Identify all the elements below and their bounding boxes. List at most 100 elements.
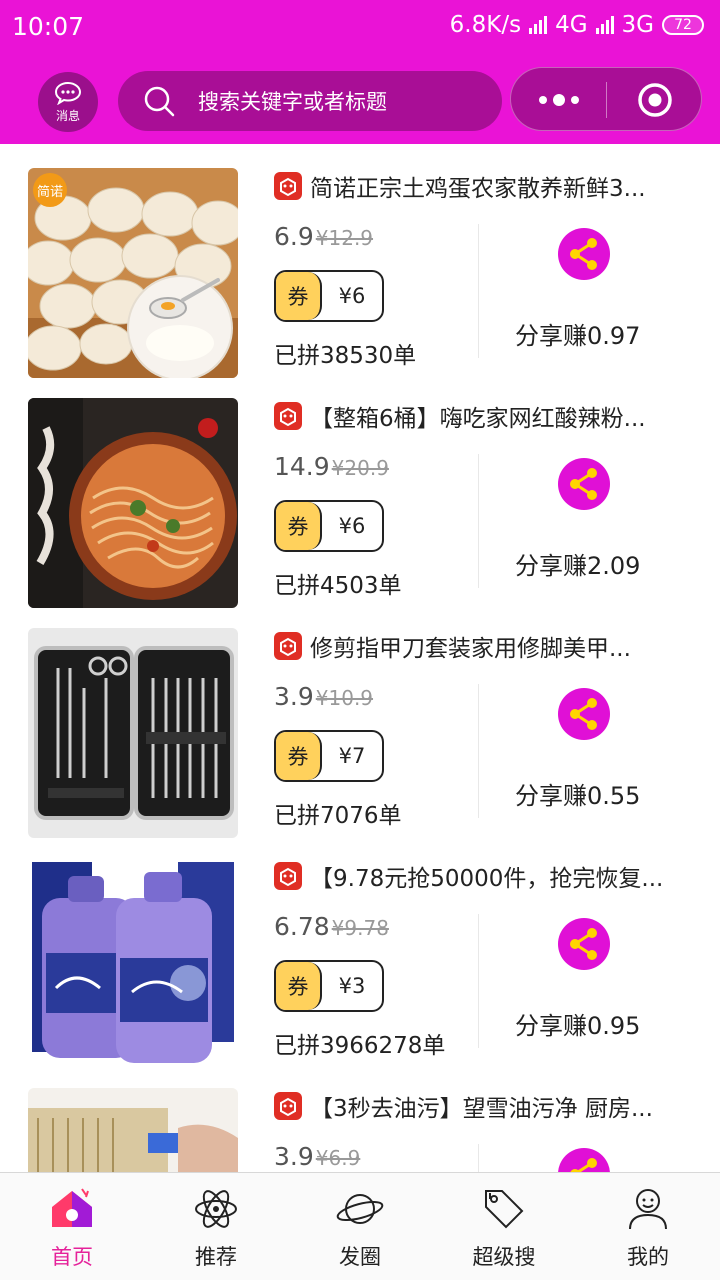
price-row: 3.9 ¥10.9 xyxy=(274,682,373,711)
tab-recommend[interactable]: 推荐 xyxy=(144,1173,288,1280)
product-title: 【3秒去油污】望雪油污净 厨房... xyxy=(310,1096,653,1122)
network-type-2: 3G xyxy=(621,12,654,38)
share-icon[interactable] xyxy=(558,688,610,740)
share-earn-label[interactable]: 分享赚0.95 xyxy=(515,1006,655,1041)
tab-super-search[interactable]: 超级搜 xyxy=(432,1173,576,1280)
tab-home[interactable]: 首页 xyxy=(0,1173,144,1280)
product-item[interactable]: 【9.78元抢50000件，抢完恢复... 6.78 ¥9.78 券 ¥3 已拼… xyxy=(0,834,720,1068)
pinduoduo-icon xyxy=(274,402,302,430)
chat-icon xyxy=(54,81,82,105)
tab-label: 我的 xyxy=(627,1245,669,1269)
product-list[interactable]: 简诺 简诺正宗土鸡蛋农家散养新鲜3... 6.9 ¥12.9 券 ¥6 已拼38… xyxy=(0,144,720,1172)
tab-label: 首页 xyxy=(51,1245,93,1269)
pinduoduo-icon xyxy=(274,1092,302,1120)
product-thumbnail[interactable]: 简诺 xyxy=(28,168,238,378)
user-icon xyxy=(629,1189,667,1230)
nail-kit-image xyxy=(28,628,238,838)
current-price: 3.9 xyxy=(274,682,314,711)
detergent-image xyxy=(28,858,238,1068)
coupon-value: ¥7 xyxy=(338,744,366,768)
product-item[interactable]: 【整箱6桶】嗨吃家网红酸辣粉... 14.9 ¥20.9 券 ¥6 已拼4503… xyxy=(0,374,720,608)
product-thumbnail[interactable] xyxy=(28,858,238,1068)
coupon-badge[interactable]: 券 ¥3 xyxy=(274,960,384,1012)
product-thumbnail[interactable] xyxy=(28,1088,238,1172)
more-icon[interactable] xyxy=(537,92,581,108)
product-thumbnail[interactable] xyxy=(28,628,238,838)
product-title-row[interactable]: 【整箱6桶】嗨吃家网红酸辣粉... xyxy=(274,396,694,436)
divider xyxy=(478,914,479,1048)
product-title: 修剪指甲刀套装家用修脚美甲... xyxy=(310,636,631,662)
original-price: ¥9.78 xyxy=(331,916,389,940)
tag-icon xyxy=(485,1190,524,1229)
signal-icon-2 xyxy=(595,16,614,34)
pinduoduo-icon xyxy=(274,172,302,200)
eggs-image: 简诺 xyxy=(28,168,238,378)
network-speed: 6.8K/s xyxy=(449,12,522,38)
product-title: 【9.78元抢50000件，抢完恢复... xyxy=(310,866,664,892)
divider xyxy=(478,684,479,818)
share-earn-label[interactable]: 分享赚2.09 xyxy=(515,546,655,581)
price-row: 3.9 ¥6.9 xyxy=(274,1142,360,1171)
tab-label: 发圈 xyxy=(339,1245,381,1269)
pinduoduo-icon xyxy=(274,862,302,890)
coupon-value: ¥6 xyxy=(338,514,366,538)
capsule-divider xyxy=(606,82,607,118)
product-title-row[interactable]: 简诺正宗土鸡蛋农家散养新鲜3... xyxy=(274,166,694,206)
status-right: 6.8K/s 4G 3G 72 xyxy=(450,12,704,38)
share-earn-label[interactable]: 分享赚0.55 xyxy=(515,776,655,811)
current-price: 3.9 xyxy=(274,1142,314,1171)
product-title-row[interactable]: 【9.78元抢50000件，抢完恢复... xyxy=(274,856,694,896)
status-bar: 10:07 6.8K/s 4G 3G 72 xyxy=(0,0,720,52)
search-icon xyxy=(144,86,175,117)
product-item[interactable]: 简诺 简诺正宗土鸡蛋农家散养新鲜3... 6.9 ¥12.9 券 ¥6 已拼38… xyxy=(0,144,720,378)
search-placeholder: 搜索关键字或者标题 xyxy=(198,90,387,114)
product-title: 简诺正宗土鸡蛋农家散养新鲜3... xyxy=(310,176,646,202)
divider xyxy=(478,454,479,588)
coupon-badge[interactable]: 券 ¥6 xyxy=(274,500,384,552)
divider xyxy=(478,224,479,358)
original-price: ¥20.9 xyxy=(331,456,389,480)
noodles-image xyxy=(28,398,238,608)
sold-count: 已拼3966278单 xyxy=(274,1033,446,1059)
divider xyxy=(478,1144,479,1172)
coupon-badge[interactable]: 券 ¥6 xyxy=(274,270,384,322)
close-target-icon[interactable] xyxy=(637,82,673,118)
current-price: 6.9 xyxy=(274,222,314,251)
original-price: ¥12.9 xyxy=(315,226,374,250)
product-item[interactable]: 修剪指甲刀套装家用修脚美甲... 3.9 ¥10.9 券 ¥7 已拼7076单 … xyxy=(0,604,720,838)
app-header: 10:07 6.8K/s 4G 3G 72 消息 搜索关键字或者标题 xyxy=(0,0,720,144)
search-bar[interactable]: 搜索关键字或者标题 xyxy=(118,71,502,131)
product-title-row[interactable]: 修剪指甲刀套装家用修脚美甲... xyxy=(274,626,694,666)
cleaner-image xyxy=(28,1088,238,1172)
miniapp-capsule xyxy=(510,67,702,131)
tab-label: 超级搜 xyxy=(472,1245,536,1269)
share-icon[interactable] xyxy=(558,1148,610,1172)
share-earn-label[interactable]: 分享赚0.97 xyxy=(515,316,655,351)
price-row: 6.78 ¥9.78 xyxy=(274,912,389,941)
product-title-row[interactable]: 【3秒去油污】望雪油污净 厨房... xyxy=(274,1086,694,1126)
coupon-value: ¥3 xyxy=(338,974,366,998)
original-price: ¥10.9 xyxy=(315,686,374,710)
pinduoduo-icon xyxy=(274,632,302,660)
sold-count: 已拼7076单 xyxy=(274,803,402,829)
planet-icon xyxy=(336,1194,384,1224)
share-icon[interactable] xyxy=(558,918,610,970)
signal-icon xyxy=(529,16,548,34)
share-icon[interactable] xyxy=(558,458,610,510)
product-item[interactable]: 【3秒去油污】望雪油污净 厨房... 3.9 ¥6.9 xyxy=(0,1064,720,1172)
current-price: 14.9 xyxy=(274,452,330,481)
share-icon[interactable] xyxy=(558,228,610,280)
thumb-badge: 简诺 xyxy=(37,184,63,200)
tab-moments[interactable]: 发圈 xyxy=(288,1173,432,1280)
original-price: ¥6.9 xyxy=(315,1146,361,1170)
bottom-tab-bar: 首页 推荐 发圈 超级搜 我的 xyxy=(0,1172,720,1280)
message-button[interactable]: 消息 xyxy=(38,72,98,132)
tab-mine[interactable]: 我的 xyxy=(576,1173,720,1280)
product-title: 【整箱6桶】嗨吃家网红酸辣粉... xyxy=(310,406,646,432)
coupon-label: 券 xyxy=(276,502,322,550)
sold-count: 已拼4503单 xyxy=(274,573,402,599)
coupon-badge[interactable]: 券 ¥7 xyxy=(274,730,384,782)
home-icon xyxy=(52,1188,92,1227)
tab-label: 推荐 xyxy=(195,1245,237,1269)
product-thumbnail[interactable] xyxy=(28,398,238,608)
